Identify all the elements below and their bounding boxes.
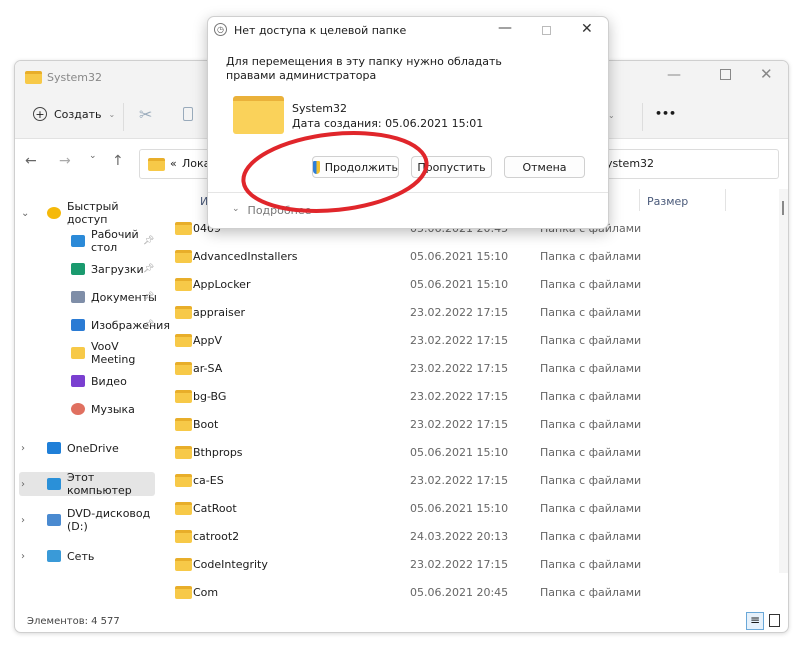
red-highlight-annotation <box>241 131 429 213</box>
highlight-ellipse <box>241 131 429 213</box>
